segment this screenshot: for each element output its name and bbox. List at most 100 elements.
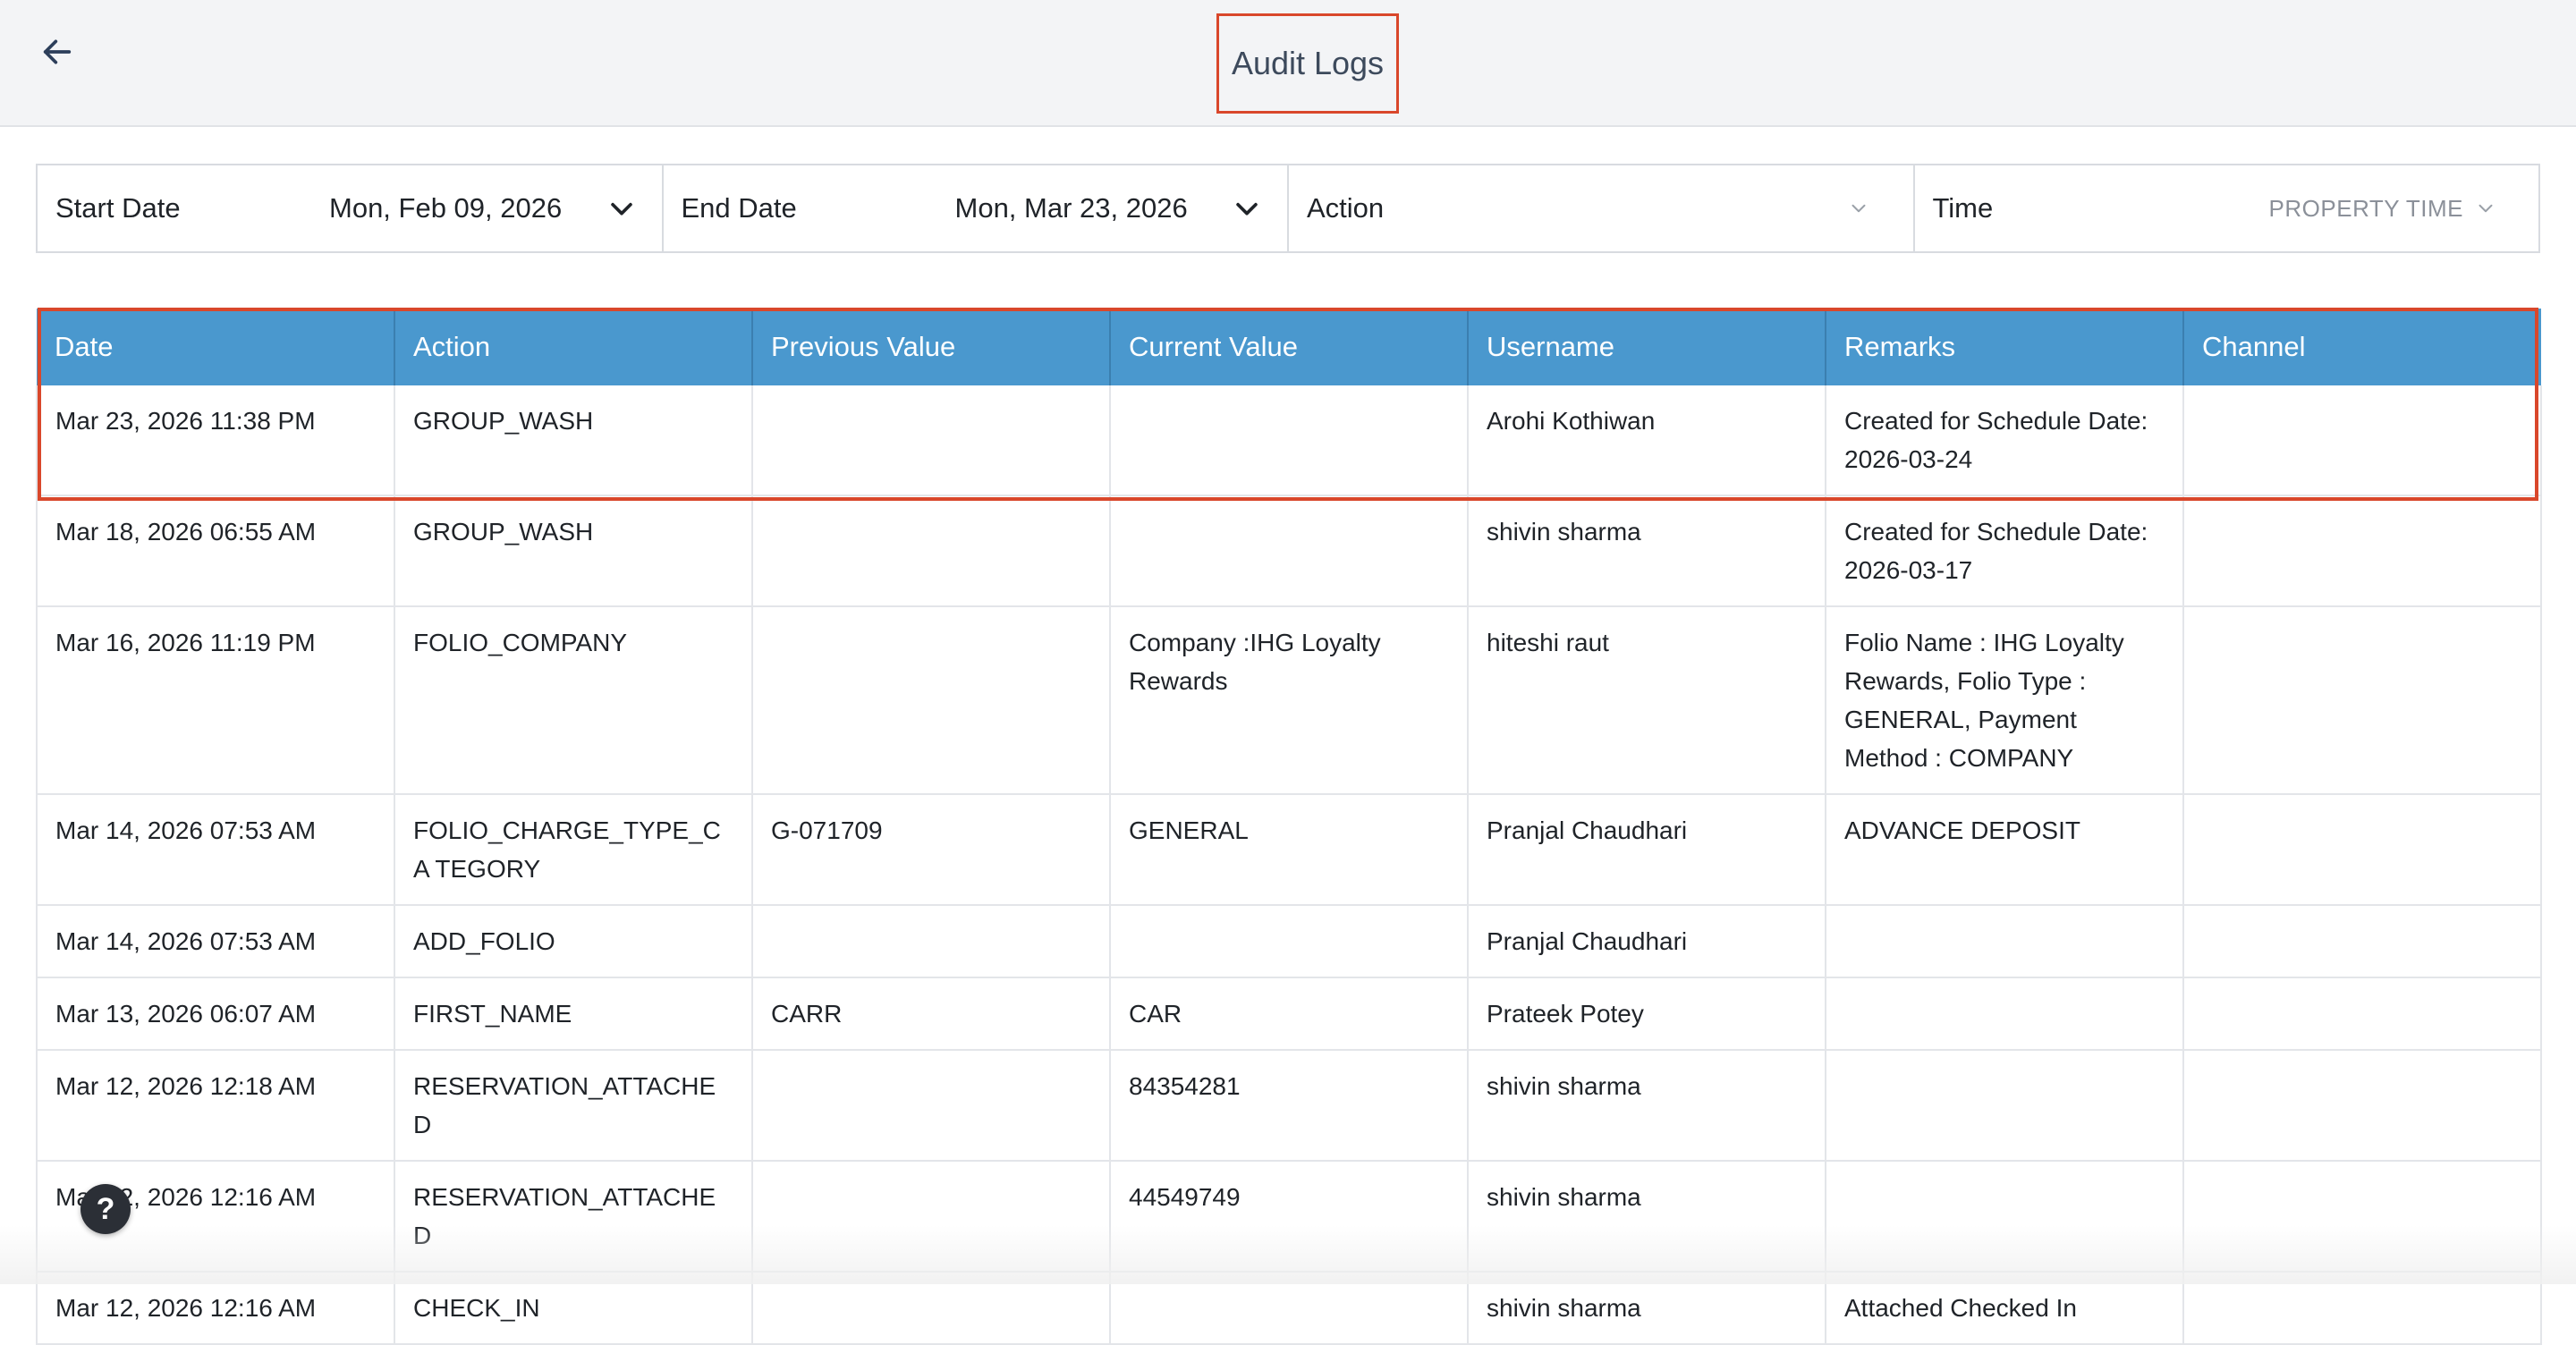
time-label: Time — [1932, 192, 1994, 224]
cell-channel — [2183, 1272, 2542, 1345]
cell-username: shivin sharma — [1468, 1272, 1826, 1345]
cell-channel — [2183, 1161, 2542, 1273]
cell-previous-value — [752, 495, 1111, 607]
cell-previous-value — [752, 905, 1111, 978]
cell-current-value: GENERAL — [1110, 794, 1469, 906]
cell-remarks — [1826, 1161, 2184, 1273]
cell-previous-value — [752, 606, 1111, 795]
column-header-date[interactable]: Date — [37, 309, 395, 385]
table-row[interactable]: Mar 18, 2026 06:55 AM GROUP_WASH shivin … — [36, 495, 2542, 607]
cell-remarks: Attached Checked In — [1826, 1272, 2184, 1345]
end-date-value[interactable]: Mon, Mar 23, 2026 — [955, 192, 1199, 224]
column-header-channel[interactable]: Channel — [2183, 309, 2541, 385]
cell-channel — [2183, 495, 2542, 607]
cell-channel — [2183, 1050, 2542, 1162]
time-value[interactable]: PROPERTY TIME — [2269, 195, 2463, 223]
cell-date: Mar 16, 2026 11:19 PM — [36, 606, 395, 795]
cell-action: FOLIO_COMPANY — [394, 606, 753, 795]
page-title: Audit Logs — [1216, 13, 1399, 114]
cell-remarks: Created for Schedule Date: 2026-03-24 — [1826, 385, 2184, 496]
table-row[interactable]: Mar 12, 2026 12:16 AM RESERVATION_ATTACH… — [36, 1161, 2542, 1273]
cell-previous-value: CARR — [752, 977, 1111, 1051]
table-row[interactable]: Mar 16, 2026 11:19 PM FOLIO_COMPANY Comp… — [36, 606, 2542, 795]
cell-current-value — [1110, 905, 1469, 978]
cell-remarks: Folio Name : IHG Loyalty Rewards, Folio … — [1826, 606, 2184, 795]
cell-date: Mar 14, 2026 07:53 AM — [36, 905, 395, 978]
table-row[interactable]: Mar 12, 2026 12:16 AM CHECK_IN shivin sh… — [36, 1272, 2542, 1345]
cell-current-value — [1110, 385, 1469, 496]
column-header-previous-value[interactable]: Previous Value — [752, 309, 1111, 385]
cell-previous-value: G-071709 — [752, 794, 1111, 906]
help-icon: ? — [96, 1191, 115, 1226]
column-header-current-value[interactable]: Current Value — [1110, 309, 1469, 385]
table-row[interactable]: Mar 14, 2026 07:53 AM FOLIO_CHARGE_TYPE_… — [36, 794, 2542, 906]
time-filter[interactable]: Time PROPERTY TIME — [1915, 165, 2539, 251]
cell-username: Pranjal Chaudhari — [1468, 794, 1826, 906]
cell-action: RESERVATION_ATTACHED — [394, 1161, 753, 1273]
table-row[interactable]: Mar 14, 2026 07:53 AM ADD_FOLIO Pranjal … — [36, 905, 2542, 978]
cell-previous-value — [752, 1161, 1111, 1273]
end-date-filter[interactable]: End Date Mon, Mar 23, 2026 — [664, 165, 1289, 251]
cell-remarks: ADVANCE DEPOSIT — [1826, 794, 2184, 906]
cell-username: Arohi Kothiwan — [1468, 385, 1826, 496]
header-bar: Audit Logs — [0, 0, 2576, 127]
cell-channel — [2183, 385, 2542, 496]
cell-remarks — [1826, 1050, 2184, 1162]
cell-previous-value — [752, 385, 1111, 496]
cell-current-value: CAR — [1110, 977, 1469, 1051]
cell-current-value: 84354281 — [1110, 1050, 1469, 1162]
cell-date: Mar 18, 2026 06:55 AM — [36, 495, 395, 607]
cell-channel — [2183, 794, 2542, 906]
table-row[interactable]: Mar 12, 2026 12:18 AM RESERVATION_ATTACH… — [36, 1050, 2542, 1162]
cell-username: shivin sharma — [1468, 1050, 1826, 1162]
table-header-row: Date Action Previous Value Current Value… — [37, 309, 2541, 385]
cell-date: Mar 14, 2026 07:53 AM — [36, 794, 395, 906]
cell-current-value: 44549749 — [1110, 1161, 1469, 1273]
cell-action: CHECK_IN — [394, 1272, 753, 1345]
cell-username: Prateek Potey — [1468, 977, 1826, 1051]
cell-remarks: Created for Schedule Date: 2026-03-17 — [1826, 495, 2184, 607]
audit-log-table-container: Date Action Previous Value Current Value… — [36, 309, 2542, 1345]
cell-channel — [2183, 977, 2542, 1051]
arrow-left-icon — [43, 39, 72, 64]
cell-remarks — [1826, 977, 2184, 1051]
cell-action: GROUP_WASH — [394, 385, 753, 496]
column-header-remarks[interactable]: Remarks — [1826, 309, 2184, 385]
cell-current-value: Company :IHG Loyalty Rewards — [1110, 606, 1469, 795]
chevron-down-icon[interactable] — [2474, 197, 2497, 220]
cell-previous-value — [752, 1272, 1111, 1345]
action-filter[interactable]: Action — [1289, 165, 1915, 251]
cell-username: Pranjal Chaudhari — [1468, 905, 1826, 978]
action-label: Action — [1307, 192, 1385, 224]
help-button[interactable]: ? — [80, 1184, 131, 1234]
start-date-label: Start Date — [55, 192, 181, 224]
cell-action: FIRST_NAME — [394, 977, 753, 1051]
column-header-username[interactable]: Username — [1468, 309, 1826, 385]
end-date-label: End Date — [681, 192, 797, 224]
cell-action: FOLIO_CHARGE_TYPE_CA TEGORY — [394, 794, 753, 906]
filter-bar: Start Date Mon, Feb 09, 2026 End Date Mo… — [36, 164, 2540, 253]
cell-current-value — [1110, 495, 1469, 607]
table-row[interactable]: Mar 23, 2026 11:38 PM GROUP_WASH Arohi K… — [36, 385, 2542, 496]
cell-channel — [2183, 905, 2542, 978]
back-button[interactable] — [32, 27, 82, 77]
cell-remarks — [1826, 905, 2184, 978]
chevron-down-icon[interactable] — [1847, 197, 1870, 220]
column-header-action[interactable]: Action — [394, 309, 753, 385]
cell-username: hiteshi raut — [1468, 606, 1826, 795]
cell-action: GROUP_WASH — [394, 495, 753, 607]
cell-current-value — [1110, 1272, 1469, 1345]
cell-username: shivin sharma — [1468, 495, 1826, 607]
chevron-down-icon[interactable] — [606, 193, 637, 224]
audit-log-table: Date Action Previous Value Current Value… — [36, 309, 2542, 1345]
cell-action: RESERVATION_ATTACHED — [394, 1050, 753, 1162]
chevron-down-icon[interactable] — [1232, 193, 1262, 224]
start-date-filter[interactable]: Start Date Mon, Feb 09, 2026 — [38, 165, 664, 251]
table-row[interactable]: Mar 13, 2026 06:07 AM FIRST_NAME CARR CA… — [36, 977, 2542, 1051]
cell-date: Mar 13, 2026 06:07 AM — [36, 977, 395, 1051]
start-date-value[interactable]: Mon, Feb 09, 2026 — [329, 192, 572, 224]
cell-date: Mar 12, 2026 12:16 AM — [36, 1272, 395, 1345]
cell-username: shivin sharma — [1468, 1161, 1826, 1273]
cell-channel — [2183, 606, 2542, 795]
cell-date: Mar 23, 2026 11:38 PM — [36, 385, 395, 496]
